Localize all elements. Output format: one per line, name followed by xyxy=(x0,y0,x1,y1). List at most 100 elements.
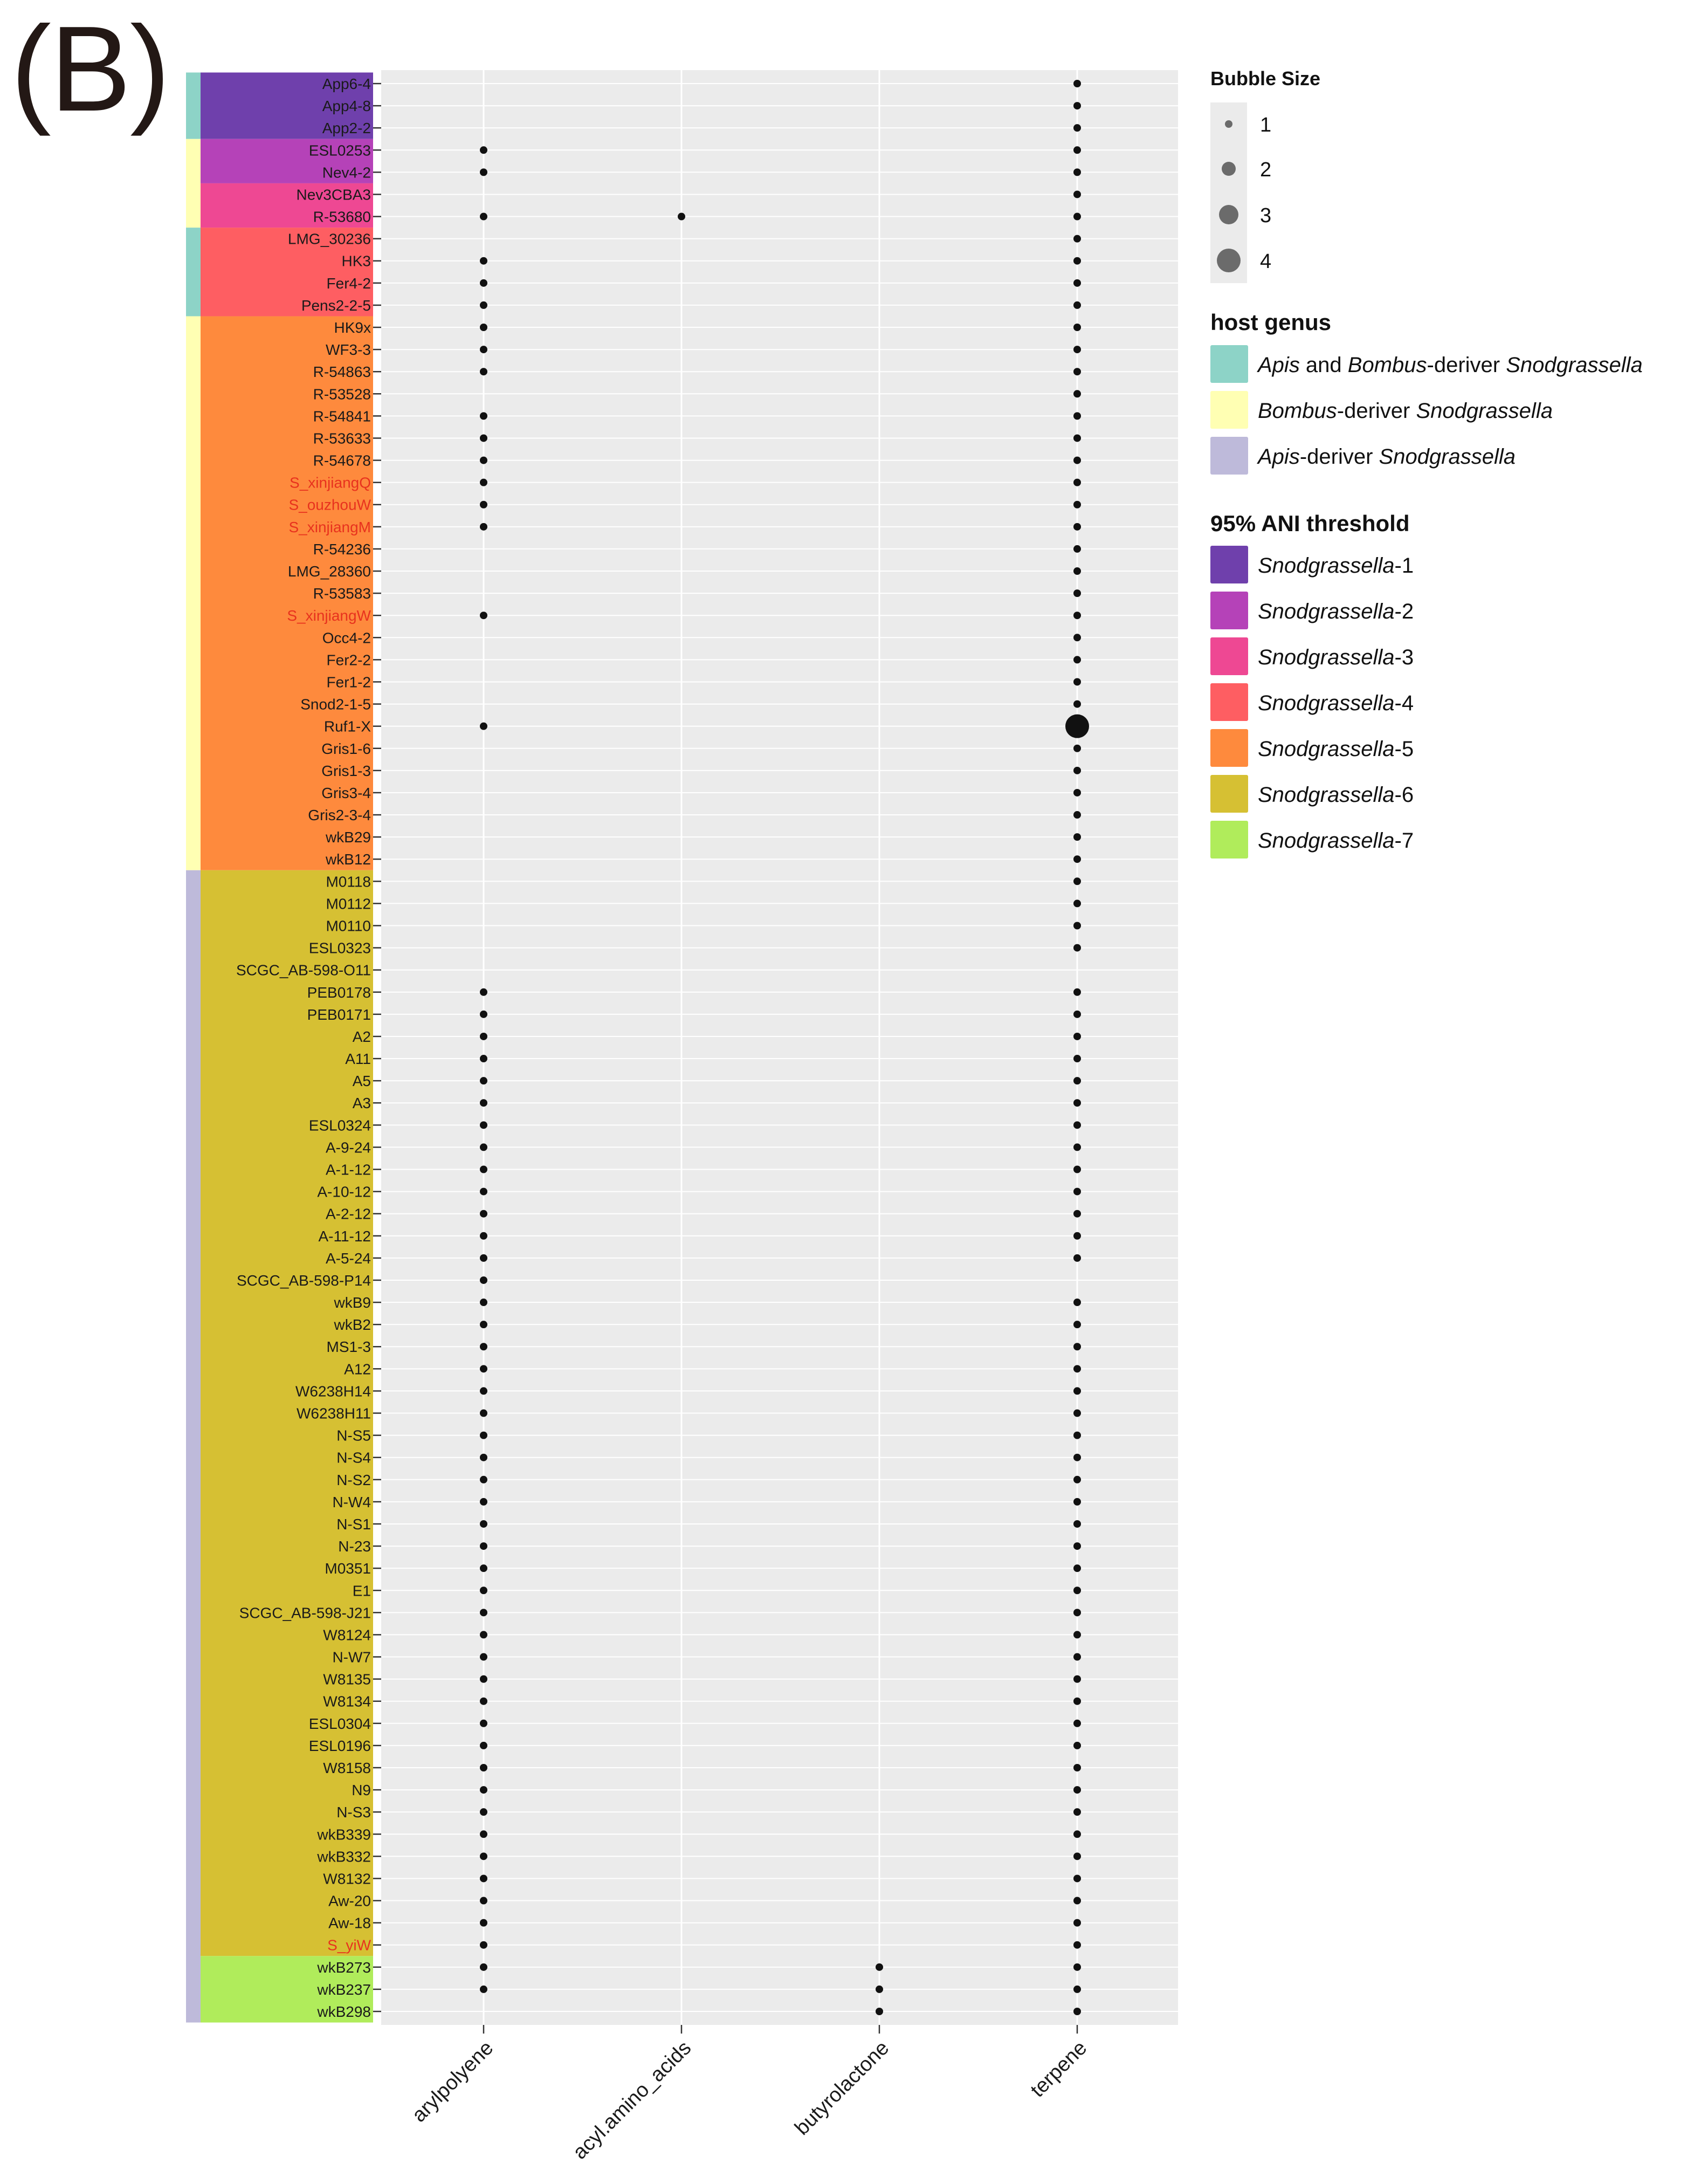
y-tick-label: M0351 xyxy=(325,1560,371,1577)
host-genus-strip xyxy=(186,870,201,2023)
y-tick-label: S_ouzhouW xyxy=(288,497,371,513)
y-tick-label: A-1-12 xyxy=(326,1162,371,1178)
y-tick-label: W8158 xyxy=(323,1760,371,1776)
data-point xyxy=(480,1343,487,1351)
data-point xyxy=(1073,1475,1081,1484)
y-tick-label: Gris1-6 xyxy=(321,740,371,757)
data-point xyxy=(1073,1874,1081,1883)
host-legend-key xyxy=(1210,345,1248,383)
y-tick-label: wkB12 xyxy=(325,851,371,868)
data-point xyxy=(1073,1786,1081,1794)
bubble-chart: App6-4 App4-8 App2-2 ESL0253 Nev4-2 Nev3CBA3 R… xyxy=(186,67,1643,2164)
data-point xyxy=(1073,744,1081,752)
data-point xyxy=(1073,1830,1081,1838)
data-point xyxy=(1073,700,1081,708)
host-legend-label: Bombus-deriver Snodgrassella xyxy=(1258,399,1553,423)
y-tick-label: Gris3-4 xyxy=(321,785,371,801)
data-point xyxy=(1073,545,1081,553)
data-point xyxy=(1073,1387,1081,1395)
data-point xyxy=(480,1587,487,1595)
data-point xyxy=(480,500,487,509)
data-point xyxy=(480,1675,487,1683)
y-tick-label: Aw-18 xyxy=(328,1915,371,1932)
data-point xyxy=(1073,80,1081,87)
data-point xyxy=(1073,478,1081,486)
y-tick-label: SCGC_AB-598-P14 xyxy=(237,1272,371,1289)
data-point xyxy=(1073,1498,1081,1506)
data-point xyxy=(1073,589,1081,597)
y-tick-label: PEB0171 xyxy=(307,1006,371,1023)
data-point xyxy=(480,1453,487,1461)
y-tick-label: A-9-24 xyxy=(326,1139,371,1156)
data-point xyxy=(480,212,487,221)
data-point xyxy=(480,1653,487,1661)
y-tick-label: W6238H11 xyxy=(297,1405,371,1422)
data-point xyxy=(480,1055,487,1063)
y-tick-label: R-53583 xyxy=(313,585,371,602)
data-point xyxy=(480,1520,487,1528)
data-point xyxy=(1073,1032,1081,1040)
data-point xyxy=(480,1985,487,1993)
y-tick-label: HK9x xyxy=(334,319,371,336)
y-tick-label: Gris1-3 xyxy=(321,763,371,779)
y-tick-label: A2 xyxy=(353,1028,371,1045)
data-point xyxy=(1073,1763,1081,1771)
y-tick-label: Fer1-2 xyxy=(327,674,371,690)
ani-legend-key xyxy=(1210,546,1248,583)
data-point xyxy=(480,456,487,464)
y-tick-label: WF3-3 xyxy=(326,341,371,358)
data-point xyxy=(480,168,487,176)
data-point xyxy=(1073,279,1081,287)
data-point xyxy=(1073,1431,1081,1439)
data-point xyxy=(1073,368,1081,376)
data-point xyxy=(480,1741,487,1749)
ani-legend-label: Snodgrassella-2 xyxy=(1258,600,1414,623)
data-point xyxy=(480,1010,487,1018)
data-point xyxy=(480,478,487,486)
host-genus-strip xyxy=(186,228,201,317)
ani-legend-label: Snodgrassella-1 xyxy=(1258,554,1414,578)
data-point xyxy=(480,523,487,531)
ani-legend-label: Snodgrassella-5 xyxy=(1258,737,1414,761)
y-tick-label: R-54863 xyxy=(313,363,371,380)
data-point xyxy=(480,346,487,354)
data-point xyxy=(480,324,487,332)
data-point xyxy=(480,1321,487,1329)
data-point xyxy=(1073,788,1081,796)
data-point xyxy=(1073,1453,1081,1461)
y-tick-label: S_xinjiangQ xyxy=(290,475,371,491)
data-point xyxy=(1073,212,1081,221)
data-point xyxy=(1073,1653,1081,1661)
data-point xyxy=(1073,301,1081,309)
data-point xyxy=(480,1254,487,1262)
data-point xyxy=(480,1808,487,1816)
data-point xyxy=(480,412,487,420)
y-tick-label: Pens2-2-5 xyxy=(301,297,371,314)
data-point xyxy=(1073,1232,1081,1240)
x-tick-label: butyrolactone xyxy=(790,2037,893,2140)
y-tick-label: M0118 xyxy=(326,873,371,890)
host-genus-strip xyxy=(186,72,201,139)
data-point xyxy=(480,146,487,154)
y-tick-label: wkB332 xyxy=(316,1848,371,1865)
ani-legend-key xyxy=(1210,683,1248,721)
data-point xyxy=(480,1874,487,1883)
data-point xyxy=(1073,567,1081,575)
data-point xyxy=(480,279,487,287)
y-tick-label: N-S4 xyxy=(336,1450,371,1466)
y-tick-label: N-S5 xyxy=(336,1427,371,1444)
size-legend-key xyxy=(1219,205,1238,224)
host-legend-key xyxy=(1210,391,1248,429)
y-tick-label: wkB237 xyxy=(316,1981,371,1998)
data-point xyxy=(480,1210,487,1218)
data-point xyxy=(1073,1143,1081,1151)
data-point xyxy=(1073,190,1081,198)
data-point xyxy=(1073,124,1081,132)
data-point xyxy=(480,1077,487,1085)
y-tick-label: S_xinjiangW xyxy=(287,607,371,624)
y-tick-label: Gris2-3-4 xyxy=(308,807,371,823)
y-tick-label: W8134 xyxy=(323,1693,371,1710)
y-tick-label: N-23 xyxy=(338,1538,371,1555)
data-point xyxy=(1073,1741,1081,1749)
size-legend-key xyxy=(1217,249,1241,272)
